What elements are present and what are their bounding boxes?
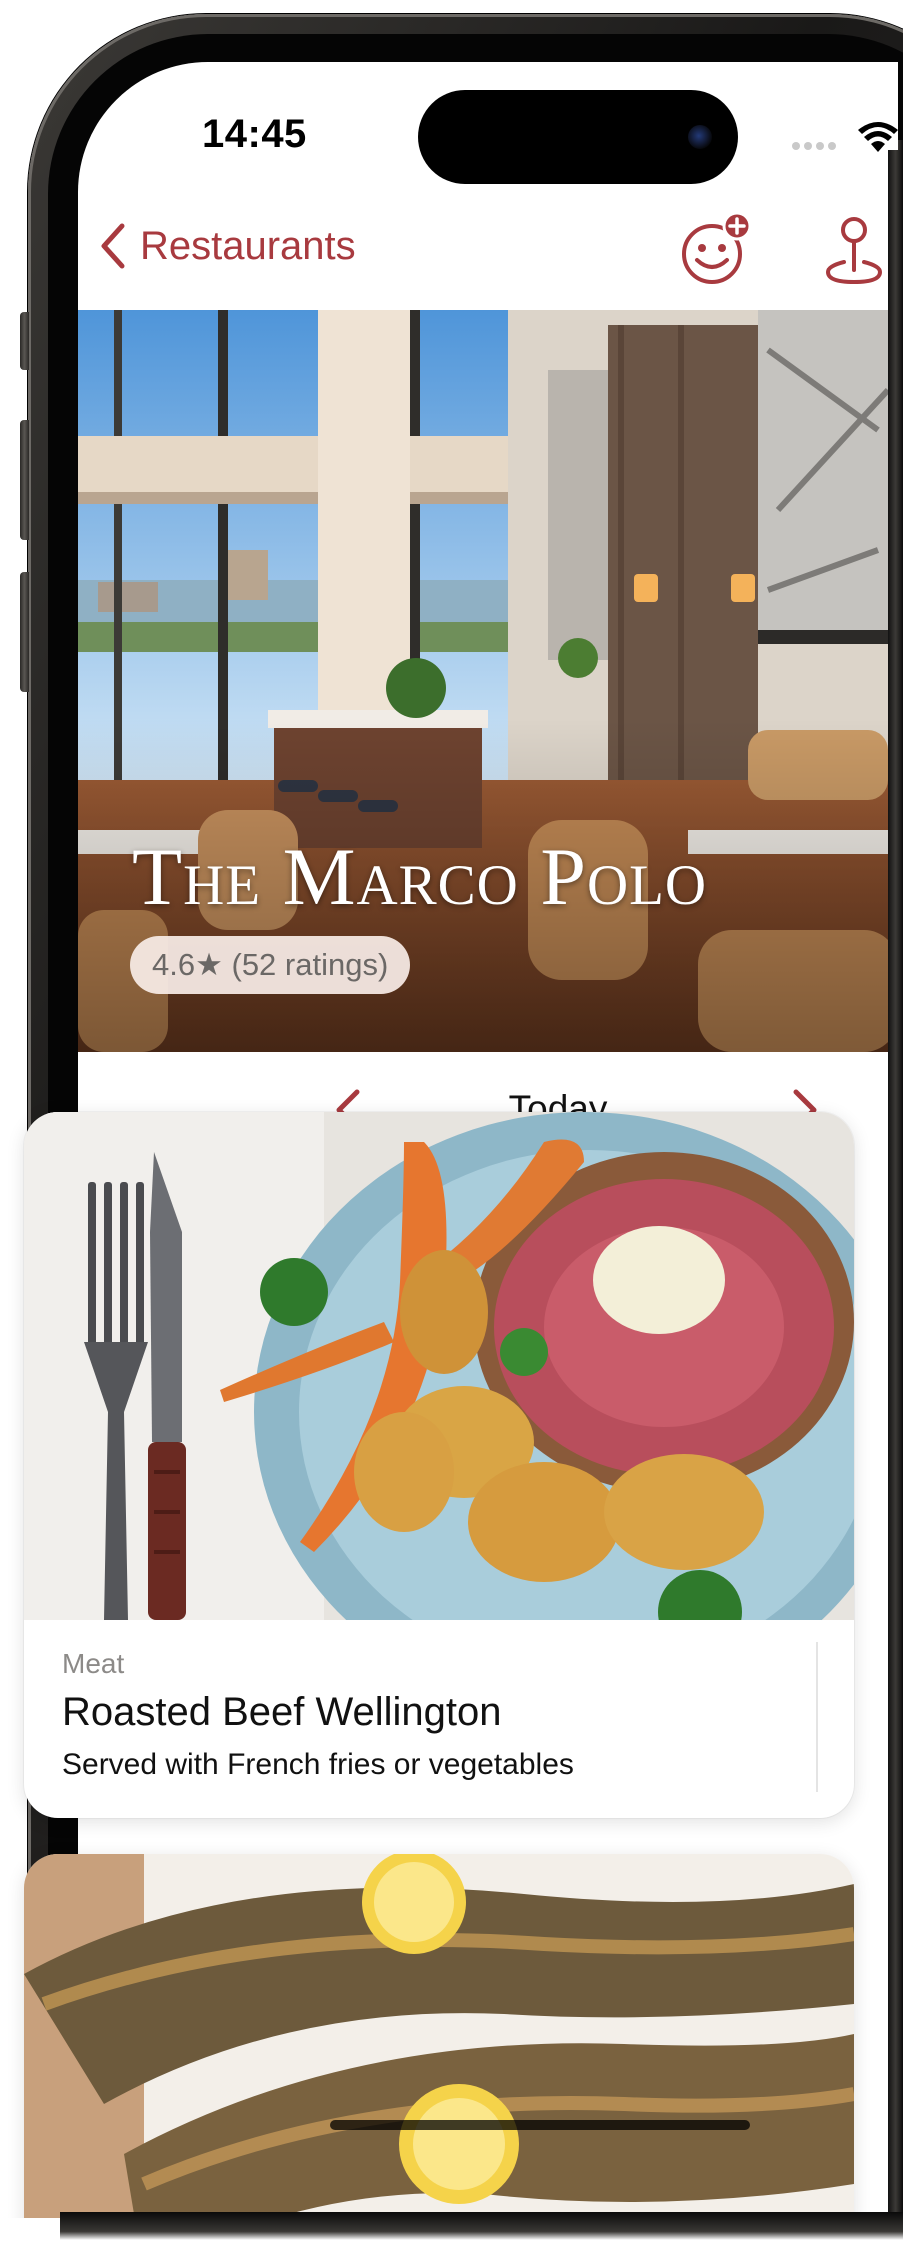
map-button[interactable] (824, 214, 884, 290)
device-mockup: 14:45 Restaurants The Marco Polo 4.6★ (5… (0, 0, 903, 2256)
volume-down-button (20, 572, 29, 692)
meal-card[interactable] (24, 1854, 854, 2256)
home-indicator (330, 2120, 750, 2130)
meal-card[interactable]: Meat Roasted Beef Wellington Served with… (24, 1112, 854, 1818)
phone-frame-edge-overlay (888, 150, 903, 2214)
action-button (20, 312, 29, 370)
volume-up-button (20, 420, 29, 540)
navigation-bar: Restaurants (78, 192, 898, 310)
beef-wellington-photo (24, 1112, 854, 1620)
grilled-fish-photo (24, 1854, 854, 2256)
front-camera (688, 125, 712, 149)
rating-badge: 4.6★ (52 ratings) (130, 936, 411, 994)
status-time: 14:45 (202, 112, 307, 156)
dynamic-island (418, 90, 738, 184)
meal-image (24, 1112, 854, 1620)
status-bar: 14:45 (78, 62, 898, 184)
back-button[interactable]: Restaurants (98, 222, 356, 270)
phone-frame-bottom-edge (60, 2212, 903, 2240)
add-diner-button[interactable] (680, 211, 756, 288)
map-pin-icon (825, 217, 883, 285)
card-divider (816, 1642, 818, 1792)
restaurant-name: The Marco Polo (132, 831, 708, 922)
back-button-label: Restaurants (140, 223, 356, 268)
cellular-signal-icon (792, 142, 836, 150)
smiley-plus-icon (682, 211, 752, 284)
restaurant-hero: The Marco Polo 4.6★ (52 ratings) (78, 310, 898, 1052)
meal-info: Meat Roasted Beef Wellington Served with… (24, 1620, 854, 1818)
chevron-left-icon (101, 223, 125, 269)
meal-name: Roasted Beef Wellington (62, 1690, 502, 1734)
meal-category: Meat (62, 1648, 125, 1679)
meal-description: Served with French fries or vegetables (62, 1748, 574, 1781)
